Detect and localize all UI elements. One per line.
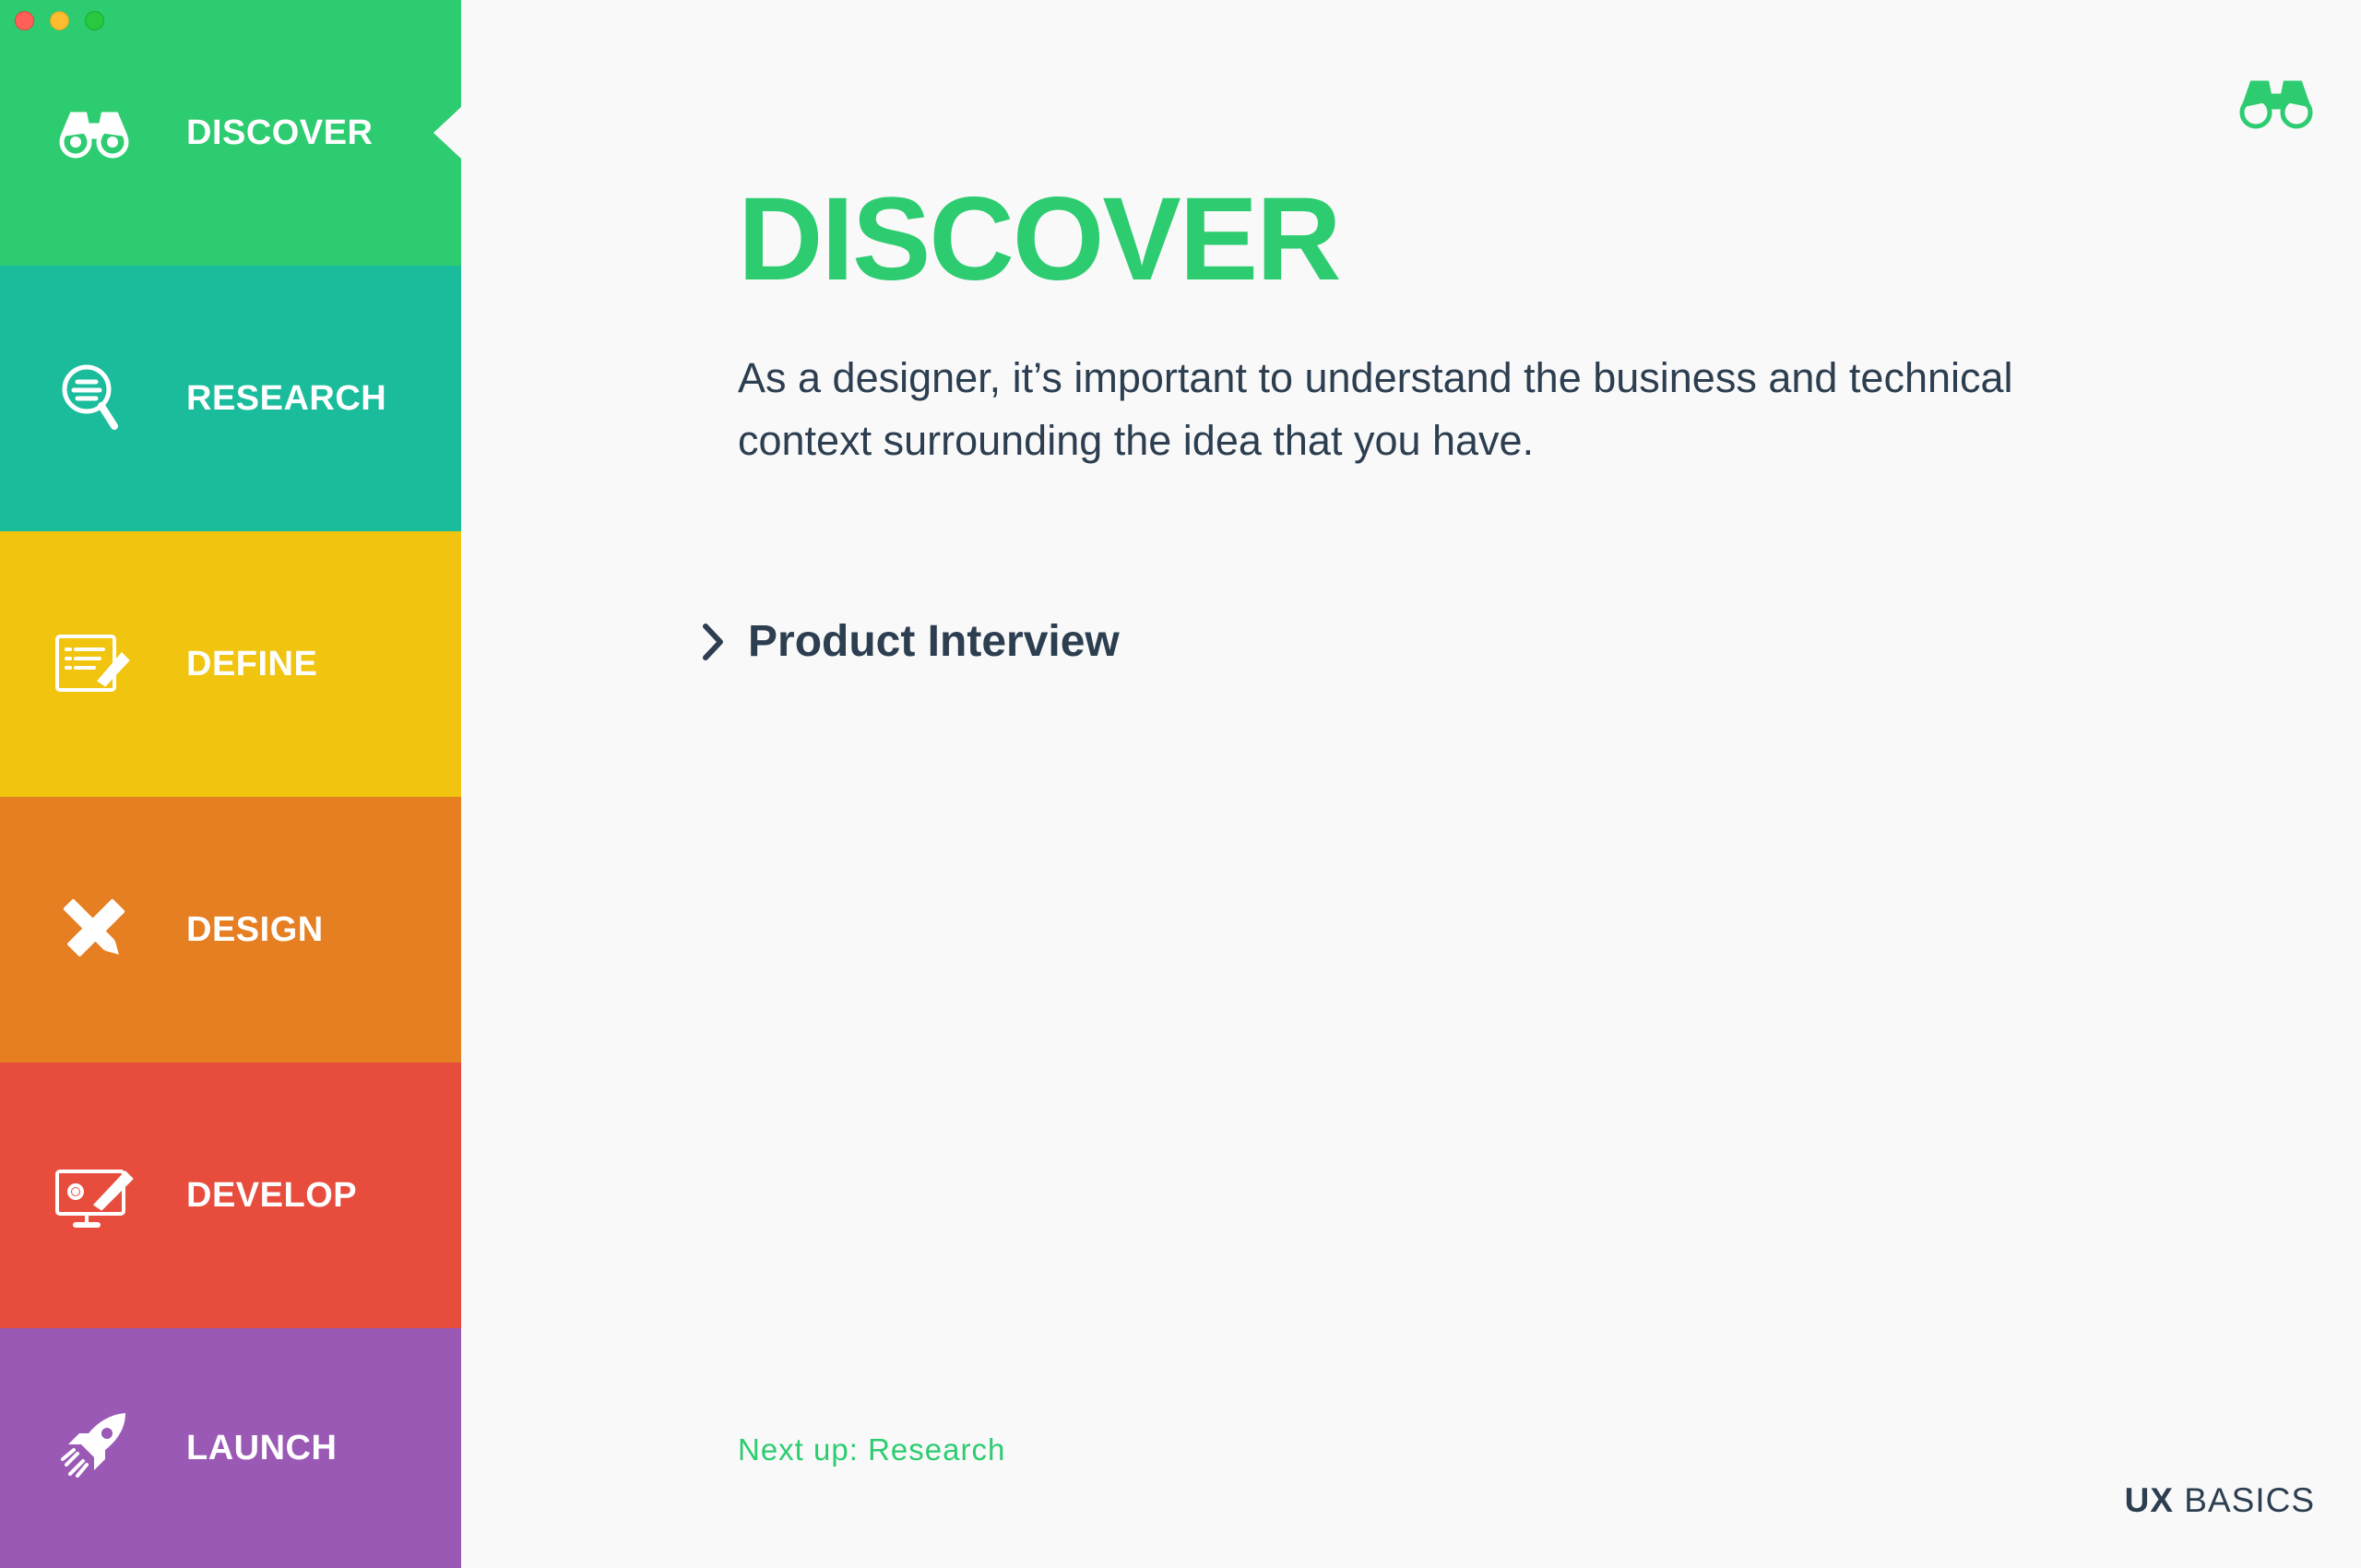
next-up-link[interactable]: Next up: Research [738, 1432, 1005, 1467]
page-title: DISCOVER [738, 173, 1342, 305]
chevron-right-icon [703, 623, 723, 660]
minimize-window-button[interactable] [50, 11, 69, 30]
sidebar-item-label: RESEARCH [186, 378, 387, 418]
page-description: As a designer, it’s important to underst… [738, 354, 2013, 464]
close-window-button[interactable] [15, 11, 34, 30]
ruler-pencil-icon [53, 889, 135, 970]
sidebar-item-define[interactable]: DEFINE [0, 531, 461, 797]
binoculars-icon [53, 92, 135, 173]
brand-part-basics: BASICS [2184, 1481, 2315, 1519]
app-window: DISCOVER RESEARCH DEFINE DESIGN DEVELOP … [0, 0, 2361, 1568]
sidebar-item-label: DEFINE [186, 644, 318, 683]
magnifier-icon [53, 358, 135, 439]
sidebar-item-label: LAUNCH [186, 1428, 338, 1467]
maximize-window-button[interactable] [85, 11, 104, 30]
sidebar-item-design[interactable]: DESIGN [0, 797, 461, 1063]
binoculars-icon [2239, 80, 2313, 129]
sidebar-item-label: DESIGN [186, 909, 324, 949]
sidebar-item-label: DEVELOP [186, 1175, 358, 1215]
checklist-pencil-icon [53, 624, 135, 705]
sidebar-nav: DISCOVER RESEARCH DEFINE DESIGN DEVELOP … [0, 0, 461, 1568]
sidebar-item-develop[interactable]: DEVELOP [0, 1063, 461, 1328]
window-controls [15, 11, 104, 30]
sidebar-item-research[interactable]: RESEARCH [0, 266, 461, 531]
main-content: DISCOVER As a designer, it’s important t… [461, 0, 2361, 1568]
section-link-label: Product Interview [748, 617, 1120, 666]
sidebar-item-discover[interactable]: DISCOVER [0, 0, 461, 266]
product-interview-link[interactable]: Product Interview [696, 616, 1120, 667]
sidebar-item-launch[interactable]: LAUNCH [0, 1328, 461, 1568]
monitor-gear-icon [53, 1155, 135, 1236]
rocket-icon [53, 1408, 135, 1489]
brand-logo: UX BASICS [2125, 1481, 2315, 1520]
sidebar-item-label: DISCOVER [186, 113, 374, 152]
brand-part-ux: UX [2124, 1481, 2174, 1519]
